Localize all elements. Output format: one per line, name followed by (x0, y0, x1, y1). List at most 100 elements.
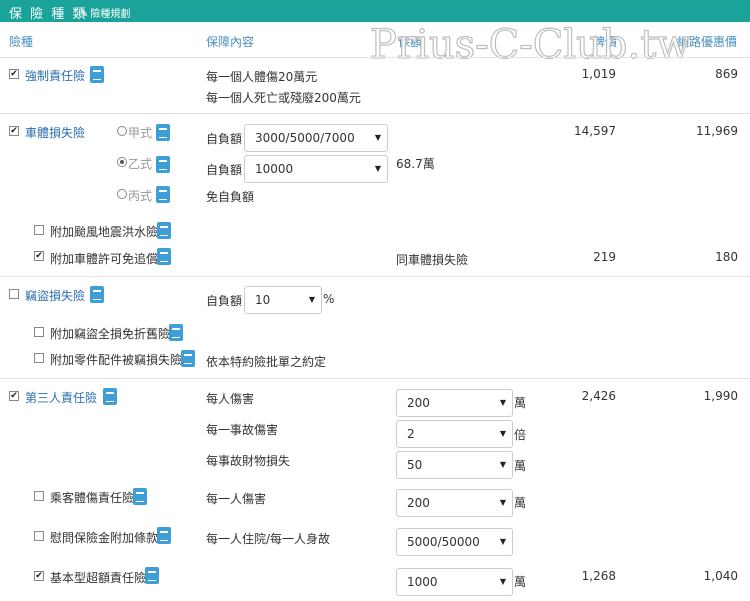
select-value: 200 (407, 396, 430, 410)
opt-c-label: 丙式 (128, 189, 153, 203)
per-person-select[interactable]: 200 ▼ (396, 389, 513, 417)
third-label: 第三人責任險 (25, 391, 98, 405)
theft-unit: % (323, 292, 335, 306)
header-bar: 保 險 種 類 ✎ 險種規劃 (0, 0, 750, 22)
property-select[interactable]: 50 ▼ (396, 451, 513, 479)
select-value: 5000/50000 (407, 535, 480, 549)
passenger-checkbox[interactable] (34, 491, 44, 501)
third-list-price: 2,426 (581, 389, 616, 403)
select-value: 10 (255, 293, 271, 307)
document-icon[interactable] (157, 222, 171, 239)
document-icon[interactable] (156, 156, 170, 173)
addon-nodep-label: 附加竊盜全損免折舊險 (50, 327, 171, 341)
passenger-label: 乘客體傷責任險 (50, 491, 135, 505)
per-accident-label: 每一事故傷害 (206, 423, 279, 437)
excess-select[interactable]: 1000 ▼ (396, 568, 513, 596)
select-value: 200 (407, 496, 430, 510)
theft-checkbox[interactable] (9, 289, 19, 299)
compulsory-checkbox[interactable]: ✔ (9, 69, 19, 79)
divider (0, 378, 750, 379)
addon-parts-checkbox[interactable] (34, 353, 44, 363)
passenger-desc: 每一人傷害 (206, 492, 267, 506)
property-label: 每事故財物損失 (206, 454, 291, 468)
addon-waiver-amount: 同車體損失險 (396, 253, 469, 267)
opt-a-deductible-select[interactable]: 3000/5000/7000 ▼ (244, 124, 388, 152)
caret-down-icon: ▼ (308, 295, 315, 304)
compulsory-line2: 每一個人死亡或殘廢200萬元 (206, 91, 361, 105)
opt-a-ded-label: 自負額 (206, 132, 243, 146)
col-kind: 險種 (9, 35, 34, 49)
document-icon[interactable] (156, 186, 170, 203)
addon-waiver-online-price: 180 (715, 250, 738, 264)
document-icon[interactable] (169, 324, 183, 341)
wand-icon: ✎ (80, 9, 89, 20)
select-value: 10000 (255, 162, 294, 176)
compulsory-line1: 每一個人體傷20萬元 (206, 70, 318, 84)
caret-down-icon: ▼ (499, 429, 506, 438)
passenger-select[interactable]: 200 ▼ (396, 489, 513, 517)
addon-nodep-checkbox[interactable] (34, 327, 44, 337)
addon-waiver-list-price: 219 (593, 250, 616, 264)
document-icon[interactable] (90, 286, 104, 303)
opt-b-label: 乙式 (128, 157, 153, 171)
opt-a-label: 甲式 (128, 126, 153, 140)
col-content: 保障內容 (206, 35, 255, 49)
per-accident-unit: 倍 (514, 428, 527, 442)
select-value: 50 (407, 458, 423, 472)
condolence-checkbox[interactable] (34, 531, 44, 541)
document-icon[interactable] (156, 124, 170, 141)
select-value: 3000/5000/7000 (255, 131, 355, 145)
excess-unit: 萬 (514, 575, 527, 589)
document-icon[interactable] (145, 567, 159, 584)
addon-parts-label: 附加零件配件被竊損失險 (50, 353, 183, 367)
addon-parts-note: 依本特約險批單之約定 (206, 355, 327, 369)
opt-c-note: 免自負額 (206, 190, 255, 204)
addon-typhoon-checkbox[interactable] (34, 225, 44, 235)
body-checkbox[interactable]: ✔ (9, 126, 19, 136)
opt-b-amount: 68.7萬 (396, 157, 435, 171)
third-online-price: 1,990 (703, 389, 738, 403)
condolence-select[interactable]: 5000/50000 ▼ (396, 528, 513, 556)
excess-list-price: 1,268 (581, 569, 616, 583)
condolence-label: 慰問保險金附加條款 (50, 531, 159, 545)
document-icon[interactable] (157, 248, 171, 265)
body-label: 車體損失險 (25, 126, 86, 140)
per-accident-select[interactable]: 2 ▼ (396, 420, 513, 448)
body-online-price: 11,969 (696, 124, 738, 138)
document-icon[interactable] (90, 66, 104, 83)
divider (0, 276, 750, 277)
theft-label: 竊盜損失險 (25, 289, 86, 303)
caret-down-icon: ▼ (499, 398, 506, 407)
theft-deductible-select[interactable]: 10 ▼ (244, 286, 322, 314)
document-icon[interactable] (133, 488, 147, 505)
caret-down-icon: ▼ (499, 577, 506, 586)
caret-down-icon: ▼ (499, 498, 506, 507)
caret-down-icon: ▼ (499, 460, 506, 469)
third-checkbox[interactable]: ✔ (9, 391, 19, 401)
passenger-unit: 萬 (514, 496, 527, 510)
compulsory-online-price: 869 (715, 67, 738, 81)
document-icon[interactable] (181, 350, 195, 367)
document-icon[interactable] (103, 388, 117, 405)
plan-rule-link[interactable]: ✎ 險種規劃 (80, 5, 130, 20)
addon-waiver-checkbox[interactable]: ✔ (34, 251, 44, 261)
theft-ded-label: 自負額 (206, 294, 243, 308)
excess-online-price: 1,040 (703, 569, 738, 583)
opt-a-radio[interactable] (117, 126, 127, 136)
excess-checkbox[interactable]: ✔ (34, 571, 44, 581)
condolence-desc: 每一人住院/每一人身故 (206, 532, 331, 546)
opt-b-radio[interactable] (117, 157, 127, 167)
caret-down-icon: ▼ (499, 537, 506, 546)
body-list-price: 14,597 (574, 124, 616, 138)
select-value: 2 (407, 427, 415, 441)
caret-down-icon: ▼ (374, 133, 381, 142)
compulsory-label: 強制責任險 (25, 69, 86, 83)
divider (0, 57, 750, 58)
opt-c-radio[interactable] (117, 189, 127, 199)
divider (0, 113, 750, 114)
document-icon[interactable] (157, 527, 171, 544)
caret-down-icon: ▼ (374, 164, 381, 173)
addon-waiver-label: 附加車體許可免追償 (50, 252, 159, 266)
opt-b-deductible-select[interactable]: 10000 ▼ (244, 155, 388, 183)
per-person-label: 每人傷害 (206, 392, 255, 406)
